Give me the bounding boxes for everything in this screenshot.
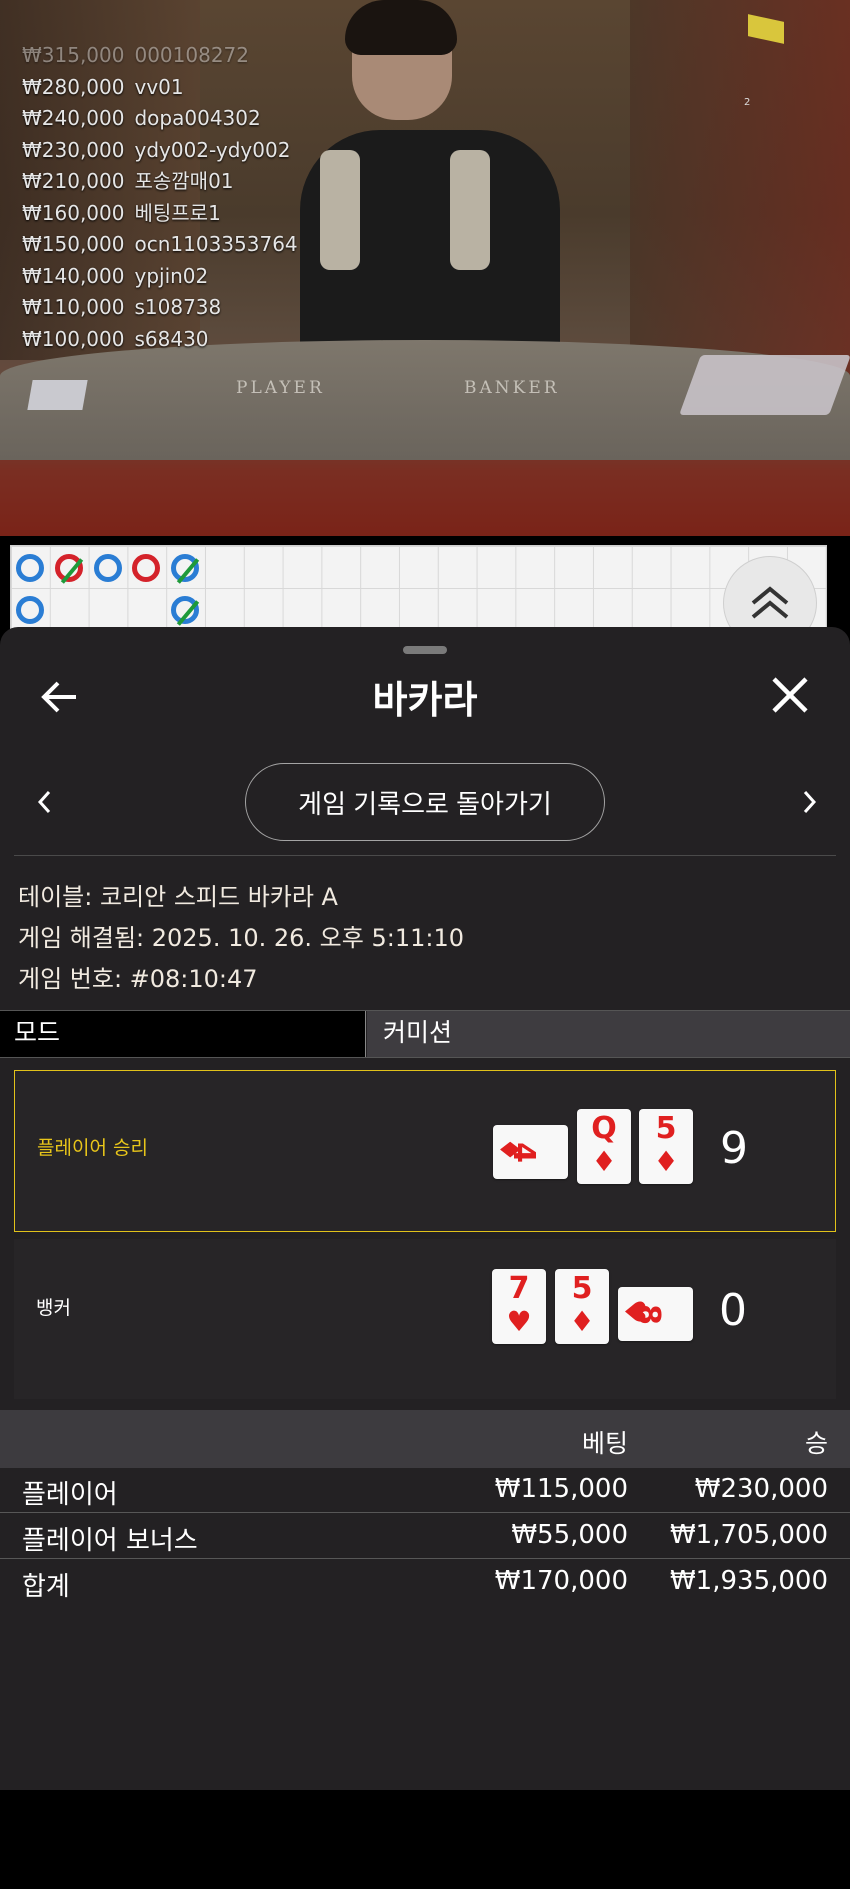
banker-card-1: 7 ♥: [492, 1269, 546, 1344]
tie-slash: [177, 600, 200, 626]
leaderboard-row: ₩315,000 000108272: [22, 40, 298, 72]
chevron-right-icon: [803, 790, 817, 814]
banker-result: 뱅커 7 ♥ 5 ♦ 8 ♥ 0: [14, 1239, 836, 1399]
mode-value: 커미션: [367, 1011, 850, 1057]
leaderboard-amount: ₩100,000: [22, 326, 125, 351]
back-to-history-button[interactable]: 게임 기록으로 돌아가기: [245, 763, 605, 841]
previous-game-button[interactable]: [30, 787, 60, 817]
mode-label: 모드: [0, 1011, 366, 1057]
winners-leaderboard: ₩315,000 000108272 ₩280,000 vv01 ₩240,000 dop…: [22, 40, 298, 355]
player-bead: [171, 554, 200, 584]
resolved-time-info: 게임 해결됨: 2025. 10. 26. 오후 5:11:10: [18, 924, 464, 952]
leaderboard-row: ₩140,000 ypjin02: [22, 261, 298, 293]
close-button[interactable]: [768, 673, 812, 717]
leaderboard-user: 000108272: [134, 43, 250, 67]
card-shoe: [679, 355, 850, 415]
player-bead: [16, 554, 44, 582]
game-detail-sheet: 바카라 게임 기록으로 돌아가기 테이블: 코리안 스피드 바카라 A 게임 해…: [0, 627, 850, 1790]
player-bead: [16, 596, 44, 624]
leaderboard-row: ₩210,000 포송깜매01: [22, 166, 298, 198]
tie-slash: [177, 558, 200, 584]
table-label-player: PLAYER: [236, 378, 325, 398]
overlay-number: 2: [744, 97, 751, 108]
leaderboard-amount: ₩210,000: [22, 169, 125, 193]
mode-row: 모드 커미션: [0, 1010, 850, 1058]
total-row: 합계 ₩170,000 ₩1,935,000: [0, 1560, 850, 1604]
win-amount: ₩1,705,000: [669, 1520, 828, 1550]
banker-score: 0: [719, 1285, 747, 1336]
player-card-3: 5 ♦: [639, 1109, 693, 1184]
dealer-hair: [345, 0, 457, 55]
table-row: 플레이어 ₩115,000 ₩230,000: [0, 1468, 850, 1513]
leaderboard-row: ₩280,000 vv01: [22, 72, 298, 104]
win-column-header: 승: [804, 1429, 828, 1458]
leaderboard-row: ₩240,000 dopa004302: [22, 103, 298, 135]
bet-amount: ₩55,000: [511, 1520, 628, 1550]
leaderboard-user: ocn1103353764: [134, 232, 298, 256]
leaderboard-amount: ₩160,000: [22, 200, 125, 225]
total-bet: ₩170,000: [494, 1566, 628, 1596]
total-win: ₩1,935,000: [669, 1566, 828, 1596]
table-row: 플레이어 보너스 ₩55,000 ₩1,705,000: [0, 1514, 850, 1559]
dealer-vest-right: [450, 150, 490, 270]
bet-column-header: 베팅: [581, 1429, 628, 1458]
leaderboard-amount: ₩230,000: [22, 137, 125, 162]
game-number-info: 게임 번호: #08:10:47: [18, 965, 258, 993]
double-chevron-up-icon: [751, 586, 789, 619]
banker-result-label: 뱅커: [36, 1297, 71, 1319]
dealer-vest-left: [320, 150, 360, 270]
leaderboard-user: vv01: [134, 74, 184, 99]
discard-tray: [27, 380, 88, 410]
leaderboard-amount: ₩280,000: [22, 74, 125, 99]
table-info: 테이블: 코리안 스피드 바카라 A: [18, 883, 338, 911]
leaderboard-user: 베팅프로1: [134, 200, 221, 225]
leaderboard-user: ydy002-ydy002: [134, 137, 291, 162]
close-icon: [772, 677, 808, 713]
player-result: 플레이어 승리 4 ♦ Q ♦ 5 ♦ 9: [14, 1070, 836, 1232]
leaderboard-amount: ₩110,000: [22, 295, 125, 319]
tie-slash: [60, 558, 83, 584]
sheet-title: 바카라: [372, 678, 478, 722]
leaderboard-row: ₩100,000 s68430: [22, 324, 298, 356]
leaderboard-amount: ₩150,000: [22, 232, 125, 256]
leaderboard-user: dopa004302: [134, 106, 261, 130]
leaderboard-row: ₩160,000 베팅프로1: [22, 198, 298, 230]
table-label-banker: BANKER: [464, 378, 560, 398]
bead-road-map[interactable]: [10, 545, 827, 631]
player-bead: [93, 554, 122, 582]
leaderboard-user: 포송깜매01: [134, 169, 234, 193]
banker-bead: [54, 554, 83, 584]
chevron-left-icon: [37, 790, 51, 814]
player-bead: [171, 596, 200, 626]
leaderboard-user: s68430: [134, 326, 209, 351]
divider: [14, 855, 836, 856]
leaderboard-amount: ₩140,000: [22, 263, 125, 288]
player-card-2: Q ♦: [577, 1109, 631, 1184]
drag-handle[interactable]: [403, 646, 447, 654]
win-amount: ₩230,000: [694, 1474, 828, 1504]
banker-card-2: 5 ♦: [555, 1269, 609, 1344]
player-result-label: 플레이어 승리: [37, 1137, 148, 1159]
bottom-bar: [0, 1790, 850, 1889]
bet-amount: ₩115,000: [494, 1474, 628, 1504]
leaderboard-user: s108738: [134, 295, 222, 319]
total-label: 합계: [22, 1572, 70, 1602]
bet-name: 플레이어: [22, 1480, 118, 1510]
next-game-button[interactable]: [794, 787, 824, 817]
leaderboard-amount: ₩240,000: [22, 106, 125, 130]
leaderboard-row: ₩150,000 ocn1103353764: [22, 229, 298, 261]
banker-card-3: 8 ♥: [618, 1287, 693, 1341]
banker-bead: [132, 554, 161, 582]
bets-table-header: 베팅 승: [0, 1410, 850, 1468]
bet-name: 플레이어 보너스: [22, 1526, 198, 1556]
leaderboard-amount: ₩315,000: [22, 43, 125, 67]
leaderboard-row: ₩110,000 s108738: [22, 292, 298, 324]
player-card-1: 4 ♦: [493, 1125, 568, 1179]
leaderboard-user: ypjin02: [134, 263, 209, 288]
live-video: PLAYER BANKER 2 ₩315,000 000108272 ₩280,00…: [0, 0, 850, 536]
player-score: 9: [720, 1123, 748, 1174]
leaderboard-row: ₩230,000 ydy002-ydy002: [22, 135, 298, 167]
